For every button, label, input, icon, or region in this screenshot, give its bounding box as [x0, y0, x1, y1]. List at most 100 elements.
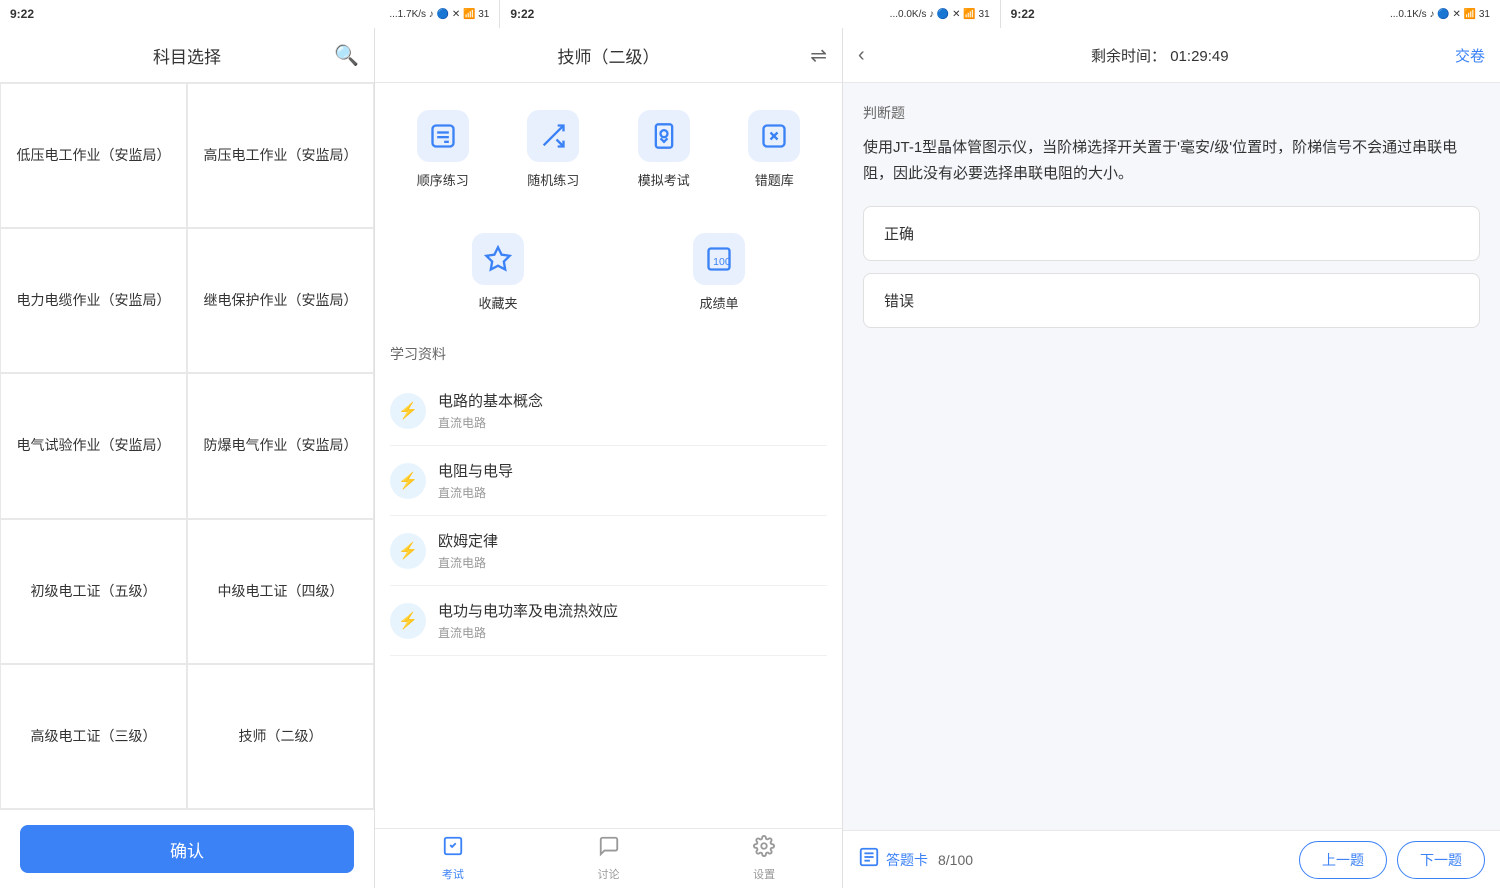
- material-title-4: 电功与电功率及电流热效应: [438, 600, 827, 621]
- subject-item[interactable]: 防爆电气作业（安监局）: [187, 373, 374, 518]
- func-sequential[interactable]: 顺序练习: [390, 98, 496, 201]
- subject-panel-header: 科目选择 🔍: [0, 28, 374, 83]
- func-error-bank-label: 错题库: [755, 170, 794, 189]
- func-favorites[interactable]: 收藏夹: [390, 221, 606, 324]
- status-bar-3: 9:22 ...0.1K/s ♪ 🔵 ✕ 📶 31: [1001, 0, 1500, 28]
- material-item-2[interactable]: ⚡ 电阻与电导 直流电路: [390, 446, 827, 516]
- answer-option-correct-label: 正确: [884, 226, 914, 243]
- exam-footer: 答题卡 8/100 上一题 下一题: [843, 830, 1500, 888]
- material-title-2: 电阻与电导: [438, 460, 827, 481]
- exam-nav-icon: [442, 835, 464, 863]
- time-1: 9:22: [10, 7, 34, 21]
- discuss-nav-icon: [598, 835, 620, 863]
- status-bar-2: 9:22 ...0.0K/s ♪ 🔵 ✕ 📶 31: [500, 0, 1000, 28]
- material-icon-3: ⚡: [390, 533, 426, 569]
- subject-item[interactable]: 低压电工作业（安监局）: [0, 83, 187, 228]
- mock-exam-icon: [638, 110, 690, 162]
- exchange-icon[interactable]: ⇌: [810, 43, 827, 68]
- nav-settings-label: 设置: [753, 866, 775, 882]
- exam-header: ‹ 剩余时间： 01:29:49 交卷: [843, 28, 1500, 83]
- timer-label: 剩余时间：: [1091, 48, 1166, 65]
- study-panel: 技师（二级） ⇌ 顺序练习: [375, 28, 843, 888]
- study-body: 顺序练习 随机练习: [375, 83, 842, 828]
- material-text-4: 电功与电功率及电流热效应 直流电路: [438, 600, 827, 641]
- search-icon[interactable]: 🔍: [334, 43, 359, 68]
- favorites-icon: [472, 233, 524, 285]
- material-icon-4: ⚡: [390, 603, 426, 639]
- answer-option-wrong-label: 错误: [884, 293, 914, 310]
- icons-3: ...0.1K/s ♪ 🔵 ✕ 📶 31: [1390, 9, 1490, 20]
- sequential-icon: [417, 110, 469, 162]
- answer-option-correct[interactable]: 正确: [863, 206, 1480, 261]
- progress-text: 8/100: [938, 852, 973, 868]
- exam-panel: ‹ 剩余时间： 01:29:49 交卷 判断题 使用JT-1型晶体管图示仪，当阶…: [843, 28, 1500, 888]
- prev-button[interactable]: 上一题: [1299, 841, 1387, 879]
- subject-item[interactable]: 高级电工证（三级）: [0, 664, 187, 809]
- question-type: 判断题: [863, 103, 1480, 123]
- material-icon-1: ⚡: [390, 393, 426, 429]
- answer-card-icon: [858, 846, 880, 874]
- subject-item[interactable]: 技师（二级）: [187, 664, 374, 809]
- subject-grid: 低压电工作业（安监局） 高压电工作业（安监局） 电力电缆作业（安监局） 继电保护…: [0, 83, 374, 809]
- material-item-4[interactable]: ⚡ 电功与电功率及电流热效应 直流电路: [390, 586, 827, 656]
- error-bank-icon: [748, 110, 800, 162]
- func-scores[interactable]: 100 成绩单: [611, 221, 827, 324]
- material-icon-2: ⚡: [390, 463, 426, 499]
- func-random-label: 随机练习: [527, 170, 579, 189]
- question-text: 使用JT-1型晶体管图示仪，当阶梯选择开关置于'毫安/级'位置时，阶梯信号不会通…: [863, 135, 1480, 186]
- material-sub-1: 直流电路: [438, 414, 827, 431]
- settings-nav-icon: [753, 835, 775, 863]
- time-3: 9:22: [1011, 7, 1035, 21]
- subject-item[interactable]: 继电保护作业（安监局）: [187, 228, 374, 373]
- subject-item[interactable]: 初级电工证（五级）: [0, 519, 187, 664]
- material-item-1[interactable]: ⚡ 电路的基本概念 直流电路: [390, 376, 827, 446]
- exam-body: 判断题 使用JT-1型晶体管图示仪，当阶梯选择开关置于'毫安/级'位置时，阶梯信…: [843, 83, 1500, 830]
- func-mock-exam-label: 模拟考试: [638, 170, 690, 189]
- answer-card-button[interactable]: 答题卡: [858, 846, 928, 874]
- subject-item[interactable]: 高压电工作业（安监局）: [187, 83, 374, 228]
- subject-panel-title: 科目选择: [153, 43, 221, 68]
- nav-exam-label: 考试: [442, 866, 464, 882]
- random-icon: [527, 110, 579, 162]
- material-title-1: 电路的基本概念: [438, 390, 827, 411]
- scores-icon: 100: [693, 233, 745, 285]
- answer-card-label: 答题卡: [886, 850, 928, 870]
- status-bar-1: 9:22 ...1.7K/s ♪ 🔵 ✕ 📶 31: [0, 0, 500, 28]
- nav-settings[interactable]: 设置: [686, 830, 842, 887]
- subject-item[interactable]: 电气试验作业（安监局）: [0, 373, 187, 518]
- answer-option-wrong[interactable]: 错误: [863, 273, 1480, 328]
- status-bars: 9:22 ...1.7K/s ♪ 🔵 ✕ 📶 31 9:22 ...0.0K/s…: [0, 0, 1500, 28]
- nav-discuss[interactable]: 讨论: [531, 830, 687, 887]
- func-random[interactable]: 随机练习: [501, 98, 607, 201]
- bottom-nav: 考试 讨论 设置: [375, 828, 842, 888]
- icons-2: ...0.0K/s ♪ 🔵 ✕ 📶 31: [890, 9, 990, 20]
- confirm-btn-area: 确认: [0, 809, 374, 888]
- nav-exam[interactable]: 考试: [375, 830, 531, 887]
- func-scores-label: 成绩单: [699, 293, 738, 312]
- nav-discuss-label: 讨论: [598, 866, 620, 882]
- func-sequential-label: 顺序练习: [417, 170, 469, 189]
- exam-nav-buttons: 上一题 下一题: [1299, 841, 1485, 879]
- timer-value: 01:29:49: [1170, 48, 1228, 65]
- subject-item[interactable]: 中级电工证（四级）: [187, 519, 374, 664]
- material-text-3: 欧姆定律 直流电路: [438, 530, 827, 571]
- material-text-1: 电路的基本概念 直流电路: [438, 390, 827, 431]
- subject-item[interactable]: 电力电缆作业（安监局）: [0, 228, 187, 373]
- back-icon[interactable]: ‹: [858, 44, 865, 67]
- subject-panel: 科目选择 🔍 低压电工作业（安监局） 高压电工作业（安监局） 电力电缆作业（安监…: [0, 28, 375, 888]
- func-error-bank[interactable]: 错题库: [722, 98, 828, 201]
- study-functions: 顺序练习 随机练习: [390, 98, 827, 201]
- material-section-title: 学习资料: [390, 344, 827, 364]
- material-sub-3: 直流电路: [438, 554, 827, 571]
- material-sub-2: 直流电路: [438, 484, 827, 501]
- func-mock-exam[interactable]: 模拟考试: [611, 98, 717, 201]
- material-sub-4: 直流电路: [438, 624, 827, 641]
- material-text-2: 电阻与电导 直流电路: [438, 460, 827, 501]
- next-button[interactable]: 下一题: [1397, 841, 1485, 879]
- material-item-3[interactable]: ⚡ 欧姆定律 直流电路: [390, 516, 827, 586]
- main-container: 科目选择 🔍 低压电工作业（安监局） 高压电工作业（安监局） 电力电缆作业（安监…: [0, 28, 1500, 888]
- study-header: 技师（二级） ⇌: [375, 28, 842, 83]
- confirm-button[interactable]: 确认: [20, 825, 354, 873]
- study-panel-title: 技师（二级）: [558, 43, 660, 68]
- submit-button[interactable]: 交卷: [1455, 45, 1485, 66]
